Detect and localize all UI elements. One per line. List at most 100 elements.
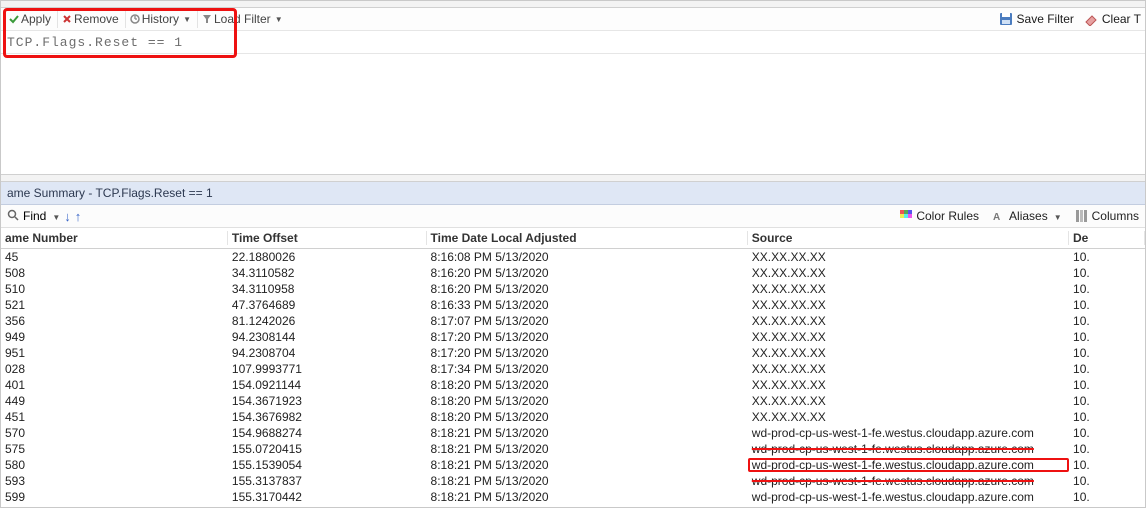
table-row[interactable]: 599155.31704428:18:21 PM 5/13/2020wd-pro… bbox=[1, 489, 1145, 505]
history-label: History bbox=[142, 12, 179, 26]
cell-destination: 10. bbox=[1069, 442, 1145, 456]
table-row[interactable]: 570154.96882748:18:21 PM 5/13/2020wd-pro… bbox=[1, 425, 1145, 441]
cell-destination: 10. bbox=[1069, 410, 1145, 424]
find-icon bbox=[7, 209, 19, 224]
cell-frame-number: 575 bbox=[1, 442, 228, 456]
cell-frame-number: 951 bbox=[1, 346, 228, 360]
chevron-down-icon[interactable]: ▼ bbox=[52, 213, 60, 222]
table-row[interactable]: 95194.23087048:17:20 PM 5/13/2020XX.XX.X… bbox=[1, 345, 1145, 361]
cell-time-offset: 22.1880026 bbox=[228, 250, 427, 264]
svg-text:A: A bbox=[993, 212, 1000, 222]
cell-time-date: 8:18:20 PM 5/13/2020 bbox=[427, 410, 748, 424]
table-row[interactable]: 51034.31109588:16:20 PM 5/13/2020XX.XX.X… bbox=[1, 281, 1145, 297]
save-filter-label: Save Filter bbox=[1017, 12, 1074, 26]
columns-icon bbox=[1076, 210, 1088, 222]
cell-time-offset: 81.1242026 bbox=[228, 314, 427, 328]
chevron-down-icon: ▼ bbox=[183, 15, 191, 24]
cell-time-date: 8:17:20 PM 5/13/2020 bbox=[427, 330, 748, 344]
cell-time-offset: 94.2308144 bbox=[228, 330, 427, 344]
find-label[interactable]: Find bbox=[23, 209, 46, 223]
clear-text-button[interactable]: Clear T bbox=[1084, 12, 1141, 26]
table-row[interactable]: 449154.36719238:18:20 PM 5/13/2020XX.XX.… bbox=[1, 393, 1145, 409]
disk-icon bbox=[999, 12, 1013, 26]
cell-time-date: 8:18:21 PM 5/13/2020 bbox=[427, 458, 748, 472]
table-row[interactable]: 94994.23081448:17:20 PM 5/13/2020XX.XX.X… bbox=[1, 329, 1145, 345]
columns-button[interactable]: Columns bbox=[1076, 209, 1139, 223]
history-button[interactable]: History ▼ bbox=[126, 11, 198, 28]
cell-frame-number: 521 bbox=[1, 298, 228, 312]
cell-frame-number: 401 bbox=[1, 378, 228, 392]
cell-time-offset: 154.0921144 bbox=[228, 378, 427, 392]
cell-time-offset: 107.9993771 bbox=[228, 362, 427, 376]
cell-destination: 10. bbox=[1069, 346, 1145, 360]
col-source[interactable]: Source bbox=[748, 231, 1069, 245]
eraser-icon bbox=[1084, 12, 1098, 26]
load-filter-button[interactable]: Load Filter ▼ bbox=[198, 11, 289, 28]
frame-summary-title: ame Summary - TCP.Flags.Reset == 1 bbox=[7, 186, 213, 200]
filter-toolbar: Apply Remove History ▼ Load Filter ▼ Sav… bbox=[1, 8, 1145, 31]
table-header-row: ame Number Time Offset Time Date Local A… bbox=[1, 228, 1145, 249]
apply-check-icon bbox=[9, 14, 19, 24]
cell-source: XX.XX.XX.XX bbox=[748, 250, 1069, 264]
color-rules-button[interactable]: Color Rules bbox=[900, 209, 979, 223]
filter-expression-text: TCP.Flags.Reset == 1 bbox=[7, 35, 183, 50]
frame-summary-header: ame Summary - TCP.Flags.Reset == 1 bbox=[1, 182, 1145, 205]
history-icon bbox=[130, 14, 140, 24]
cell-destination: 10. bbox=[1069, 378, 1145, 392]
cell-frame-number: 510 bbox=[1, 282, 228, 296]
cell-frame-number: 508 bbox=[1, 266, 228, 280]
aliases-button[interactable]: A Aliases ▼ bbox=[993, 209, 1062, 223]
col-frame-number[interactable]: ame Number bbox=[1, 231, 228, 245]
table-row[interactable]: 593155.31378378:18:21 PM 5/13/2020wd-pro… bbox=[1, 473, 1145, 489]
filter-expression-row[interactable]: TCP.Flags.Reset == 1 bbox=[1, 31, 1145, 54]
remove-button[interactable]: Remove bbox=[58, 11, 126, 28]
cell-destination: 10. bbox=[1069, 330, 1145, 344]
cell-time-date: 8:16:20 PM 5/13/2020 bbox=[427, 282, 748, 296]
cell-frame-number: 028 bbox=[1, 362, 228, 376]
cell-frame-number: 451 bbox=[1, 410, 228, 424]
apply-button[interactable]: Apply bbox=[5, 11, 58, 28]
table-row[interactable]: 451154.36769828:18:20 PM 5/13/2020XX.XX.… bbox=[1, 409, 1145, 425]
cell-destination: 10. bbox=[1069, 474, 1145, 488]
cell-destination: 10. bbox=[1069, 394, 1145, 408]
cell-time-offset: 34.3110958 bbox=[228, 282, 427, 296]
cell-frame-number: 599 bbox=[1, 490, 228, 504]
table-row[interactable]: 4522.18800268:16:08 PM 5/13/2020XX.XX.XX… bbox=[1, 249, 1145, 265]
find-next-icon[interactable]: ↓ bbox=[64, 209, 71, 224]
table-row[interactable]: 50834.31105828:16:20 PM 5/13/2020XX.XX.X… bbox=[1, 265, 1145, 281]
cell-destination: 10. bbox=[1069, 490, 1145, 504]
frame-summary-table: ame Number Time Offset Time Date Local A… bbox=[1, 228, 1145, 508]
table-row[interactable]: 028107.99937718:17:34 PM 5/13/2020XX.XX.… bbox=[1, 361, 1145, 377]
cell-frame-number: 593 bbox=[1, 474, 228, 488]
cell-time-date: 8:18:21 PM 5/13/2020 bbox=[427, 490, 748, 504]
cell-time-offset: 155.3137837 bbox=[228, 474, 427, 488]
table-row[interactable]: 401154.09211448:18:20 PM 5/13/2020XX.XX.… bbox=[1, 377, 1145, 393]
cell-time-date: 8:18:21 PM 5/13/2020 bbox=[427, 474, 748, 488]
cell-time-offset: 154.3671923 bbox=[228, 394, 427, 408]
pane-splitter[interactable] bbox=[1, 174, 1145, 182]
table-row[interactable]: 580155.15390548:18:21 PM 5/13/2020wd-pro… bbox=[1, 457, 1145, 473]
col-destination[interactable]: De bbox=[1069, 231, 1145, 245]
cell-source: wd-prod-cp-us-west-1-fe.westus.cloudapp.… bbox=[748, 474, 1069, 488]
cell-destination: 10. bbox=[1069, 314, 1145, 328]
cell-frame-number: 45 bbox=[1, 250, 228, 264]
cell-source: wd-prod-cp-us-west-1-fe.westus.cloudapp.… bbox=[748, 442, 1069, 456]
cell-source: XX.XX.XX.XX bbox=[748, 330, 1069, 344]
table-row[interactable]: 35681.12420268:17:07 PM 5/13/2020XX.XX.X… bbox=[1, 313, 1145, 329]
cell-frame-number: 356 bbox=[1, 314, 228, 328]
table-row[interactable]: 52147.37646898:16:33 PM 5/13/2020XX.XX.X… bbox=[1, 297, 1145, 313]
save-filter-button[interactable]: Save Filter bbox=[999, 12, 1074, 26]
cell-destination: 10. bbox=[1069, 362, 1145, 376]
load-filter-label: Load Filter bbox=[214, 12, 271, 26]
cell-destination: 10. bbox=[1069, 298, 1145, 312]
cell-frame-number: 949 bbox=[1, 330, 228, 344]
cell-time-date: 8:16:33 PM 5/13/2020 bbox=[427, 298, 748, 312]
cell-source: XX.XX.XX.XX bbox=[748, 266, 1069, 280]
cell-source: XX.XX.XX.XX bbox=[748, 362, 1069, 376]
table-row[interactable]: 575155.07204158:18:21 PM 5/13/2020wd-pro… bbox=[1, 441, 1145, 457]
cell-destination: 10. bbox=[1069, 426, 1145, 440]
col-time-date[interactable]: Time Date Local Adjusted bbox=[427, 231, 748, 245]
filter-body-blank bbox=[1, 54, 1145, 174]
col-time-offset[interactable]: Time Offset bbox=[228, 231, 427, 245]
find-prev-icon[interactable]: ↑ bbox=[75, 209, 82, 224]
